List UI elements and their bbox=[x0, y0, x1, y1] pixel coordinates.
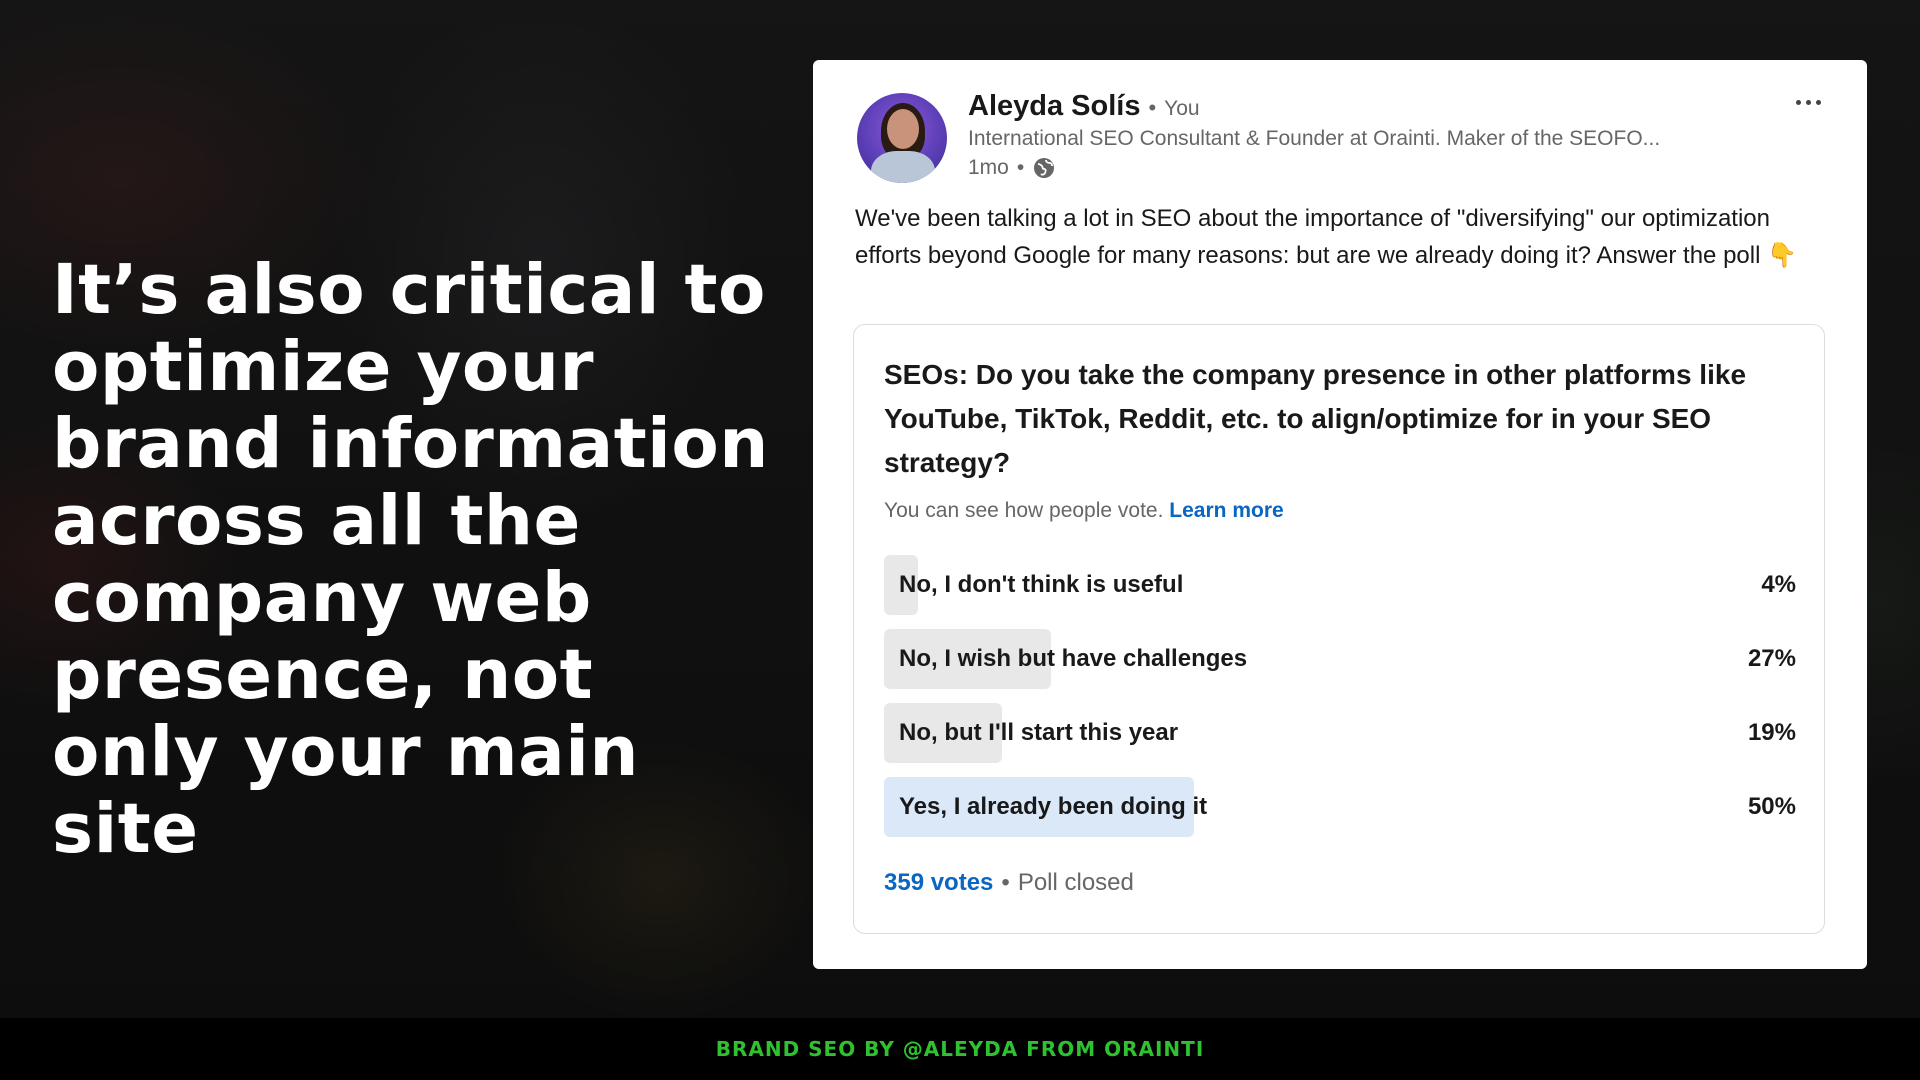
poll-votes-link[interactable]: 359 votes bbox=[884, 869, 993, 897]
learn-more-link[interactable]: Learn more bbox=[1169, 499, 1283, 522]
footer-credit: BRAND SEO BY @ALEYDA FROM ORAINTI bbox=[715, 1037, 1205, 1061]
more-options-icon[interactable] bbox=[1788, 90, 1828, 114]
poll-option-label: Yes, I already been doing it bbox=[899, 793, 1208, 820]
poll-option-percent: 19% bbox=[1747, 719, 1796, 746]
separator-dot: • bbox=[1016, 156, 1025, 179]
author-name[interactable]: Aleyda Solís bbox=[968, 90, 1140, 123]
poll: SEOs: Do you take the company presence i… bbox=[853, 324, 1825, 934]
author-headline: International SEO Consultant & Founder a… bbox=[968, 127, 1661, 150]
poll-question: SEOs: Do you take the company presence i… bbox=[884, 359, 1747, 478]
slide-headline: It’s also critical to optimize your bran… bbox=[52, 250, 769, 869]
poll-option-percent: 27% bbox=[1747, 645, 1796, 672]
avatar[interactable] bbox=[857, 93, 947, 183]
footer-bar: BRAND SEO BY @ALEYDA FROM ORAINTI bbox=[0, 1018, 1920, 1080]
post-meta: 1mo • bbox=[968, 156, 1056, 180]
poll-option-selected[interactable]: Yes, I already been doing it 50% bbox=[884, 777, 1796, 837]
poll-option[interactable]: No, I don't think is useful 4% bbox=[884, 555, 1796, 615]
linkedin-post-card: Aleyda Solís • You International SEO Con… bbox=[813, 60, 1867, 969]
post-author: Aleyda Solís • You bbox=[968, 90, 1200, 123]
poll-option-label: No, I wish but have challenges bbox=[899, 645, 1248, 672]
poll-status: Poll closed bbox=[1017, 869, 1134, 896]
poll-note-text: You can see how people vote. bbox=[884, 499, 1164, 522]
poll-option-percent: 4% bbox=[1761, 571, 1796, 598]
separator-dot: • bbox=[1148, 95, 1157, 120]
poll-option[interactable]: No, I wish but have challenges 27% bbox=[884, 629, 1796, 689]
author-badge: You bbox=[1164, 97, 1200, 120]
poll-option[interactable]: No, but I'll start this year 19% bbox=[884, 703, 1796, 763]
post-text: We've been talking a lot in SEO about th… bbox=[855, 205, 1797, 269]
poll-footer: 359 votes • Poll closed bbox=[884, 869, 1134, 897]
separator-dot: • bbox=[1001, 869, 1010, 896]
poll-option-label: No, I don't think is useful bbox=[899, 571, 1184, 598]
poll-option-label: No, but I'll start this year bbox=[899, 719, 1179, 746]
post-time: 1mo bbox=[968, 156, 1009, 179]
poll-option-percent: 50% bbox=[1747, 793, 1796, 820]
poll-visibility-note: You can see how people vote. Learn more bbox=[884, 499, 1284, 523]
globe-icon bbox=[1034, 158, 1055, 178]
